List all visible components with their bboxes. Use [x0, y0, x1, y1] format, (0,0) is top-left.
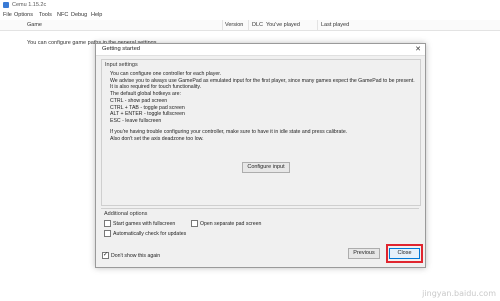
dialog-title: Getting started	[102, 46, 141, 52]
dialog-title-bar: Getting started ✕	[96, 44, 425, 56]
input-settings-title: Input settings	[105, 62, 138, 68]
close-button-highlight	[386, 244, 423, 263]
column-version[interactable]: Version	[225, 22, 243, 28]
additional-options-title: Additional options	[104, 211, 148, 217]
calibration-note: If you're having trouble configuring you…	[110, 129, 348, 135]
dont-show-again-option[interactable]: Don't show this again	[102, 251, 161, 259]
input-info-line: The default global hotkeys are:	[110, 91, 181, 98]
menu-help[interactable]: Help	[91, 12, 102, 18]
column-you-played[interactable]: You've played	[266, 22, 300, 28]
column-game[interactable]: Game	[27, 22, 42, 28]
auto-update-label: Automatically check for updates	[113, 230, 187, 237]
auto-update-option[interactable]: Automatically check for updates	[104, 230, 186, 237]
menu-nfc[interactable]: NFC	[57, 12, 68, 18]
auto-update-checkbox[interactable]	[104, 230, 111, 237]
menu-tools[interactable]: Tools	[39, 12, 52, 18]
menu-options[interactable]: Options	[14, 12, 33, 18]
menu-bar: File Options Tools NFC Debug Help	[0, 11, 500, 20]
close-icon[interactable]: ✕	[415, 45, 421, 54]
cemu-icon	[3, 2, 9, 8]
open-pad-screen-option[interactable]: Open separate pad screen	[191, 220, 261, 227]
watermark: jingyan.baidu.com	[422, 289, 496, 298]
previous-button[interactable]: Previous	[348, 248, 380, 259]
hotkey-line: CTRL + TAB - toggle pad screen	[110, 104, 185, 111]
title-bar: Cemu 1.15.2c	[0, 0, 500, 11]
menu-file[interactable]: File	[3, 12, 12, 18]
dont-show-again-checkbox[interactable]	[102, 251, 109, 259]
input-settings-group: Input settings You can configure one con…	[101, 59, 421, 206]
start-fullscreen-option[interactable]: Start games with fullscreen	[104, 220, 175, 227]
getting-started-dialog: Getting started ✕ Input settings You can…	[95, 43, 426, 268]
input-info-line: We advise you to always use GamePad as e…	[110, 77, 415, 84]
column-separator	[222, 20, 223, 30]
start-fullscreen-label: Start games with fullscreen	[113, 220, 176, 227]
column-last-played[interactable]: Last played	[321, 22, 349, 28]
hotkey-line: ESC - leave fullscreen	[110, 117, 162, 124]
open-pad-screen-label: Open separate pad screen	[200, 220, 262, 227]
dont-show-again-label: Don't show this again	[111, 252, 161, 259]
additional-options-group: Additional options Start games with full…	[101, 208, 419, 239]
hotkey-line: ALT + ENTER - toggle fullscreen	[110, 111, 185, 118]
start-fullscreen-checkbox[interactable]	[104, 220, 111, 227]
input-info-line: It is also required for touch functional…	[110, 84, 202, 91]
menu-debug[interactable]: Debug	[71, 12, 87, 18]
column-separator	[317, 20, 318, 30]
game-list-header: Game Version DLC You've played Last play…	[0, 20, 500, 31]
column-dlc[interactable]: DLC	[252, 22, 263, 28]
column-separator	[248, 20, 249, 30]
hotkey-line: CTRL - show pad screen	[110, 97, 168, 104]
app-title: Cemu 1.15.2c	[12, 2, 47, 8]
deadzone-note: Also don't set the axis deadzone too low…	[110, 135, 204, 142]
configure-input-button[interactable]: Configure input	[242, 162, 290, 173]
open-pad-screen-checkbox[interactable]	[191, 220, 198, 227]
input-info-line: You can configure one controller for eac…	[110, 71, 222, 77]
